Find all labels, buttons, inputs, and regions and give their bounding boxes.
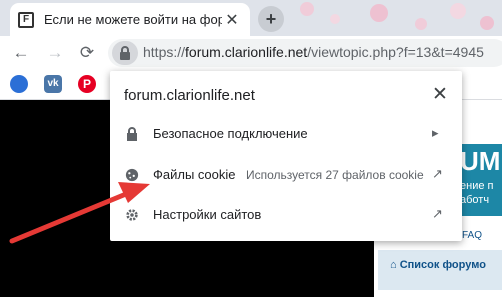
cookie-icon: [125, 168, 139, 182]
site-info-popup: forum.clarionlife.net ✕ Безопасное подкл…: [110, 71, 462, 241]
blossom-decoration: [415, 18, 427, 30]
faq-link[interactable]: FAQ: [462, 230, 482, 241]
row-label: Настройки сайтов: [153, 207, 262, 222]
new-tab-button[interactable]: +: [258, 6, 284, 32]
external-link-icon: ↗: [432, 206, 443, 221]
secure-connection-row[interactable]: Безопасное подключение ▸: [110, 116, 462, 152]
close-icon[interactable]: ✕: [432, 83, 448, 106]
firefox-icon[interactable]: [10, 75, 28, 93]
cookie-count: Используется 27 файлов cookie: [246, 168, 424, 182]
url-text[interactable]: https://forum.clarionlife.net/viewtopic.…: [143, 44, 484, 60]
breadcrumb: ⌂ Список форумо: [378, 250, 502, 290]
blossom-decoration: [480, 16, 494, 30]
row-label: Безопасное подключение: [153, 126, 308, 141]
gear-icon: [126, 209, 138, 221]
forum-banner: UM ение п аботч: [457, 144, 502, 216]
banner-line: ение п: [460, 180, 494, 192]
forward-button[interactable]: →: [44, 42, 66, 64]
address-bar[interactable]: https://forum.clarionlife.net/viewtopic.…: [108, 39, 502, 67]
url-path: /viewtopic.php?f=13&t=4945: [307, 44, 484, 60]
reload-button[interactable]: ⟳: [76, 42, 98, 64]
tab-close-icon[interactable]: ✕: [222, 10, 242, 30]
blossom-decoration: [370, 4, 388, 22]
popup-host: forum.clarionlife.net: [124, 87, 255, 104]
site-settings-row[interactable]: Настройки сайтов ↗: [110, 197, 462, 233]
row-label: Файлы cookie: [153, 167, 236, 182]
forum-list-link[interactable]: ⌂ Список форумо: [390, 259, 486, 271]
vk-icon[interactable]: vk: [44, 75, 62, 93]
url-host: forum.clarionlife.net: [185, 44, 308, 60]
banner-title: UM: [460, 146, 501, 176]
lock-icon: [127, 127, 137, 141]
blossom-decoration: [450, 3, 466, 19]
forum-favicon-icon: F: [18, 11, 34, 28]
banner-line: аботч: [460, 194, 490, 206]
active-tab[interactable]: F Если не можете войти на форум ✕: [10, 3, 250, 36]
tab-title: Если не можете войти на форум: [44, 12, 222, 27]
tab-strip: F Если не можете войти на форум ✕ +: [0, 0, 502, 36]
site-info-button[interactable]: [112, 41, 138, 65]
toolbar: ← → ⟳ https://forum.clarionlife.net/view…: [0, 36, 502, 70]
cookies-row[interactable]: Файлы cookie Используется 27 файлов cook…: [110, 157, 462, 193]
blossom-decoration: [330, 14, 340, 24]
url-scheme: https://: [143, 44, 186, 60]
external-link-icon: ↗: [432, 166, 443, 181]
blossom-decoration: [300, 2, 314, 16]
pinterest-icon[interactable]: P: [78, 75, 96, 93]
back-button[interactable]: ←: [10, 42, 32, 64]
chevron-right-icon: ▸: [432, 125, 439, 140]
